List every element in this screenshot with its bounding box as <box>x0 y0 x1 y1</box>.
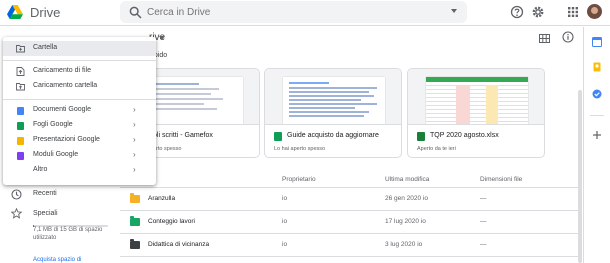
card-title: oli scritti - Gamefox <box>153 132 213 139</box>
side-panel <box>583 27 610 263</box>
card-subtitle: Aperto da te ieri <box>417 146 456 152</box>
file-name: Didattica di vicinanza <box>148 241 210 248</box>
shared-folder-icon <box>130 239 140 249</box>
chevron-right-icon: › <box>133 120 136 129</box>
shared-folder-icon <box>130 216 140 226</box>
menu-item-file-upload[interactable]: Caricamento di file <box>3 64 156 79</box>
menu-item-label: Cartella <box>33 44 58 51</box>
avatar[interactable] <box>587 4 602 19</box>
menu-item-label: Caricamento di file <box>33 67 91 74</box>
calendar-icon[interactable] <box>592 37 602 47</box>
sidebar-item-recent[interactable]: Recenti <box>33 190 57 197</box>
google-drive-logo[interactable] <box>7 5 23 19</box>
grid-view-icon[interactable] <box>539 34 550 43</box>
info-icon[interactable] <box>562 31 574 43</box>
storage-text: 7,1 MB di 15 GB di spazio utilizzato <box>33 227 103 241</box>
buy-storage-link[interactable]: Acquista spazio di <box>33 257 81 263</box>
chevron-right-icon: › <box>133 165 136 174</box>
card-thumbnail <box>265 69 401 125</box>
app-title: Drive <box>30 5 61 20</box>
star-icon <box>11 208 22 219</box>
file-modified: 3 lug 2020 io <box>385 241 423 248</box>
excel-icon <box>417 132 425 141</box>
chevron-down-icon[interactable] <box>159 36 165 40</box>
chevron-right-icon: › <box>133 105 136 114</box>
card-subtitle: Lo hai aperto spesso <box>274 146 326 152</box>
search-options-icon[interactable] <box>451 9 457 13</box>
google-forms-icon <box>17 152 24 160</box>
column-header-owner[interactable]: Proprietario <box>282 176 316 183</box>
divider <box>3 60 156 61</box>
new-menu: Cartella Caricamento di file Caricamento… <box>3 37 156 185</box>
scrollbar[interactable] <box>578 90 582 263</box>
file-size: — <box>480 218 487 225</box>
menu-item-google-sheets[interactable]: Fogli Google › <box>3 118 156 133</box>
file-upload-icon <box>16 67 25 76</box>
file-owner: io <box>282 218 288 225</box>
menu-item-folder-upload[interactable]: Caricamento cartella <box>3 79 156 94</box>
column-header-size[interactable]: Dimensioni file <box>480 176 522 183</box>
menu-item-label: Documenti Google <box>33 106 91 113</box>
column-header-modified[interactable]: Ultima modifica <box>385 176 429 183</box>
clock-icon <box>11 189 22 200</box>
file-modified: 17 lug 2020 io <box>385 218 426 225</box>
menu-item-label: Fogli Google <box>33 121 73 128</box>
card-title: Guide acquisto da aggiornare <box>287 132 379 139</box>
sidebar-item-starred[interactable]: Speciali <box>33 210 58 217</box>
search-icon[interactable] <box>129 6 142 19</box>
google-sheets-icon <box>17 122 24 130</box>
add-addon-icon[interactable] <box>592 130 602 140</box>
file-owner: io <box>282 195 288 202</box>
support-icon[interactable] <box>510 5 524 19</box>
divider <box>3 99 156 100</box>
search-input[interactable] <box>147 4 427 20</box>
quick-access-card[interactable]: TQP 2020 agosto.xlsx Aperto da te ieri <box>407 68 545 158</box>
file-size: — <box>480 195 487 202</box>
top-bar: Drive <box>0 0 610 26</box>
menu-item-label: Caricamento cartella <box>33 82 98 89</box>
card-title: TQP 2020 agosto.xlsx <box>430 132 499 139</box>
chevron-right-icon: › <box>133 150 136 159</box>
quick-access-card[interactable]: Guide acquisto da aggiornare Lo hai aper… <box>264 68 402 158</box>
tasks-icon[interactable] <box>592 89 602 99</box>
card-thumbnail <box>408 69 544 125</box>
chevron-right-icon: › <box>133 135 136 144</box>
folder-upload-icon <box>16 83 25 91</box>
file-owner: io <box>282 241 288 248</box>
google-docs-icon <box>17 107 24 115</box>
settings-icon[interactable] <box>531 5 545 19</box>
keep-icon[interactable] <box>592 62 602 72</box>
file-modified: 26 gen 2020 io <box>385 195 429 202</box>
menu-item-label: Presentazioni Google <box>33 136 100 143</box>
apps-icon[interactable] <box>566 5 580 19</box>
table-row[interactable]: Didattica di vicinanza io 3 lug 2020 io … <box>120 234 578 257</box>
menu-item-google-forms[interactable]: Moduli Google › <box>3 148 156 163</box>
google-slides-icon <box>17 137 24 145</box>
file-name: Aranzulla <box>148 195 176 202</box>
card-subtitle: erto spesso <box>153 146 182 152</box>
folder-icon <box>130 193 140 203</box>
table-row[interactable]: Conteggio lavori io 17 lug 2020 io — <box>120 211 578 234</box>
menu-item-google-docs[interactable]: Documenti Google › <box>3 103 156 118</box>
file-size: — <box>480 241 487 248</box>
menu-item-new-folder[interactable]: Cartella <box>3 41 156 56</box>
menu-item-google-slides[interactable]: Presentazioni Google › <box>3 133 156 148</box>
menu-item-label: Moduli Google <box>33 151 79 158</box>
table-row[interactable]: Aranzulla io 26 gen 2020 io — <box>120 188 578 211</box>
folder-plus-icon <box>16 45 25 53</box>
search-bar[interactable] <box>120 1 467 23</box>
google-sheets-icon <box>274 132 282 141</box>
file-name: Conteggio lavori <box>148 218 195 225</box>
divider <box>590 115 604 116</box>
menu-item-label: Altro <box>33 166 48 173</box>
menu-item-more[interactable]: Altro › <box>3 163 156 178</box>
